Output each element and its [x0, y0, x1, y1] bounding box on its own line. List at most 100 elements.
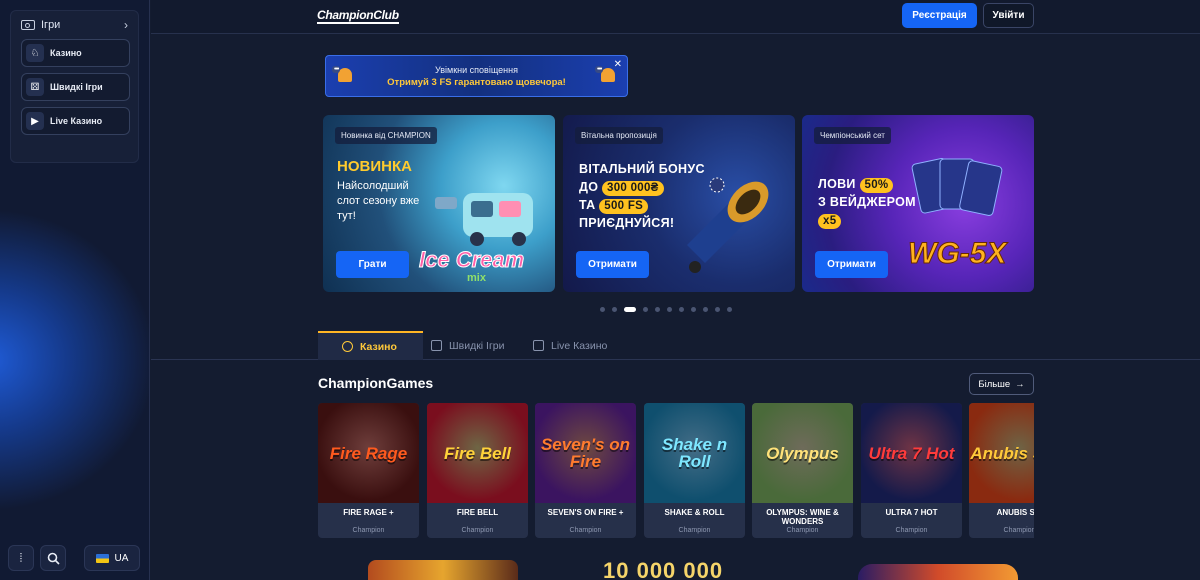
- game-tile[interactable]: Ultra 7 Hot ULTRA 7 HOT Champion: [861, 403, 962, 538]
- promo-card-welcome-bonus[interactable]: Вітальна пропозиція ВІТАЛЬНИЙ БОНУС ДО 3…: [563, 115, 795, 292]
- game-art-title: Ultra 7 Hot: [868, 443, 955, 463]
- dice-icon: [431, 340, 442, 351]
- promo-tag: Новинка від CHAMPION: [335, 127, 437, 144]
- cards-art: WG-5X: [908, 158, 1009, 271]
- game-tile[interactable]: Anubis Spel ANUBIS SPI Champion: [969, 403, 1034, 538]
- bottom-banners: 10 000 000: [318, 552, 1034, 580]
- section-title: ChampionGames: [318, 375, 434, 391]
- sidebar-item-live-casino[interactable]: ▶ Live Казино: [21, 107, 130, 135]
- game-tile[interactable]: Olympus OLYMPUS: WINE & WONDERS Champion: [752, 403, 853, 538]
- banner-preview[interactable]: [858, 564, 1018, 580]
- promo-line: ЛОВИ: [818, 177, 856, 191]
- sidebar: Ігри › ♘ Казино ⚄ Швидкі Ігри ▶ Live Каз…: [0, 0, 150, 580]
- game-thumbnail: Fire Rage: [318, 403, 419, 503]
- game-thumbnail: Shake n Roll: [644, 403, 745, 503]
- tab-casino[interactable]: Казино: [318, 331, 423, 360]
- notification-line1: Увімкни сповіщення: [435, 65, 518, 75]
- bell-icon: [332, 62, 354, 90]
- sidebar-item-casino[interactable]: ♘ Казино: [21, 39, 130, 67]
- carousel-dot[interactable]: [667, 307, 672, 312]
- casino-icon: ♘: [26, 44, 44, 62]
- game-name: FIRE RAGE +: [343, 508, 394, 517]
- category-tabs: Казино Швидкі Ігри Live Казино: [151, 331, 1200, 360]
- sidebar-item-label: Швидкі Ігри: [50, 82, 103, 92]
- more-button[interactable]: Більше →: [969, 373, 1034, 395]
- search-button[interactable]: [40, 545, 66, 571]
- game-thumbnail: Ultra 7 Hot: [861, 403, 962, 503]
- game-art-title: Fire Bell: [443, 443, 512, 463]
- game-provider: Champion: [786, 527, 819, 534]
- notification-line2: Отримуй 3 FS гарантовано щовечора!: [387, 77, 566, 88]
- tab-fast-games[interactable]: Швидкі Ігри: [431, 331, 505, 360]
- close-icon[interactable]: ✕: [614, 59, 622, 70]
- sidebar-item-fast-games[interactable]: ⚄ Швидкі Ігри: [21, 73, 130, 101]
- tab-label: Казино: [360, 340, 397, 353]
- register-button[interactable]: Реєстрація: [902, 3, 977, 28]
- chevron-right-icon: ›: [124, 18, 128, 32]
- language-button[interactable]: UA: [84, 545, 140, 571]
- carousel-dot[interactable]: [600, 307, 605, 312]
- game-provider: Champion: [569, 527, 602, 534]
- game-provider: Champion: [461, 527, 494, 534]
- promo-line: ТА: [579, 198, 596, 212]
- games-label: Ігри: [41, 19, 61, 31]
- ukraine-flag-icon: [95, 553, 109, 563]
- carousel-pagination: [600, 307, 732, 312]
- game-tile[interactable]: Shake n Roll SHAKE & ROLL Champion: [644, 403, 745, 538]
- game-name: SHAKE & ROLL: [664, 508, 725, 517]
- game-provider: Champion: [1003, 527, 1034, 534]
- carousel-dot[interactable]: [624, 307, 636, 312]
- carousel-dot[interactable]: [643, 307, 648, 312]
- ticket-icon: [21, 20, 35, 30]
- banner-jackpot-number[interactable]: 10 000 000: [603, 558, 723, 580]
- language-label: UA: [114, 552, 129, 564]
- carousel-dot[interactable]: [612, 307, 617, 312]
- game-tile[interactable]: Seven's on Fire SEVEN'S ON FIRE + Champion: [535, 403, 636, 538]
- promo-card-champion-set[interactable]: Чемпіонський сет ЛОВИ 50% З ВЕЙДЖЕРОМ x5…: [802, 115, 1034, 292]
- carousel-dot[interactable]: [679, 307, 684, 312]
- more-label: Більше: [978, 378, 1011, 390]
- promo-fs-pill: 500 FS: [599, 199, 649, 214]
- soundwave-icon: ⦙: [19, 550, 23, 565]
- carousel-dot[interactable]: [691, 307, 696, 312]
- notification-banner[interactable]: Увімкни сповіщення Отримуй 3 FS гарантов…: [325, 55, 628, 97]
- game-name: ANUBIS SPI: [996, 508, 1034, 517]
- game-tile[interactable]: Fire Rage FIRE RAGE + Champion: [318, 403, 419, 538]
- games-row: Fire Rage FIRE RAGE + Champion Fire Bell FIR…: [318, 403, 1034, 538]
- promo-subtitle: Найсолодший слот сезону вже тут!: [337, 180, 420, 222]
- carousel-dot[interactable]: [655, 307, 660, 312]
- game-art-title: Seven's on Fire: [540, 435, 631, 471]
- tab-label: Live Казино: [551, 339, 608, 352]
- logo[interactable]: ChampionClub: [317, 9, 399, 24]
- casino-icon: [342, 341, 353, 352]
- wager-art-text: WG-5X: [908, 237, 1008, 270]
- tab-live-casino[interactable]: Live Казино: [533, 331, 607, 360]
- svg-text:Ice Cream: Ice Cream: [419, 247, 524, 272]
- promo-card-new-slot[interactable]: Новинка від CHAMPION НОВИНКА Найсолодший…: [323, 115, 555, 292]
- carousel-dot[interactable]: [703, 307, 708, 312]
- carousel-dot[interactable]: [715, 307, 720, 312]
- search-icon: [47, 552, 60, 565]
- promo-tag: Чемпіонський сет: [814, 127, 891, 144]
- voice-button[interactable]: ⦙: [8, 545, 34, 571]
- carousel-dot[interactable]: [727, 307, 732, 312]
- game-thumbnail: Olympus: [752, 403, 853, 503]
- banner-preview[interactable]: [368, 560, 518, 580]
- sidebar-item-label: Live Казино: [50, 116, 103, 126]
- games-toggle[interactable]: Ігри ›: [11, 11, 138, 39]
- promo-get-button[interactable]: Отримати: [815, 251, 888, 278]
- promo-line: ДО: [579, 180, 599, 194]
- svg-text:mix: mix: [467, 272, 487, 284]
- promo-get-button[interactable]: Отримати: [576, 251, 649, 278]
- promo-amount-pill: 300 000₴: [602, 181, 664, 196]
- game-thumbnail: Seven's on Fire: [535, 403, 636, 503]
- promo-play-button[interactable]: Грати: [336, 251, 409, 278]
- game-provider: Champion: [352, 527, 385, 534]
- live-icon: [533, 340, 544, 351]
- login-button[interactable]: Увійти: [983, 3, 1034, 28]
- game-provider: Champion: [895, 527, 928, 534]
- game-tile[interactable]: Fire Bell FIRE BELL Champion: [427, 403, 528, 538]
- promo-wager-pill: x5: [818, 214, 842, 229]
- promo-tag: Вітальна пропозиція: [575, 127, 663, 144]
- promo-percent-pill: 50%: [859, 178, 894, 193]
